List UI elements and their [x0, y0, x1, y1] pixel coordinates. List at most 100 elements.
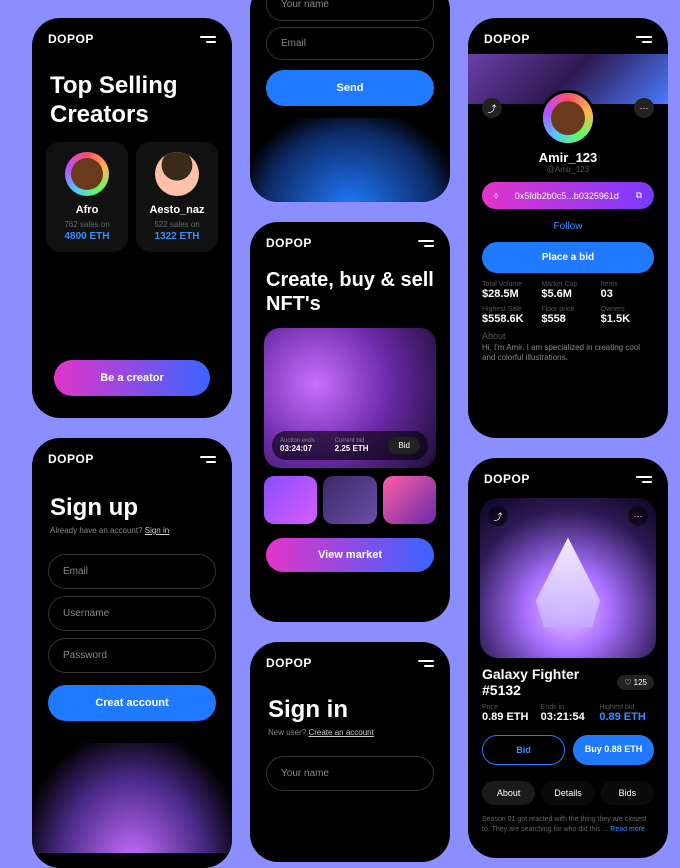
profile-avatar [540, 90, 596, 146]
brand-logo: DOPOP [266, 656, 312, 670]
screen-signin: DOPOP Sign in New user? Create an accoun… [250, 642, 450, 862]
menu-icon[interactable] [200, 456, 216, 463]
follow-button[interactable]: Follow [468, 215, 668, 238]
read-more-link[interactable]: Read more [610, 826, 645, 833]
brand-logo: DOPOP [48, 452, 94, 466]
send-button[interactable]: Send [266, 70, 434, 106]
screen-nft-detail: DOPOP ⤴ ⋯ Galaxy Fighter #5132 ♡125 Pric… [468, 458, 668, 858]
like-button[interactable]: ♡125 [617, 675, 654, 690]
nft-artwork: ⤴ ⋯ [480, 498, 656, 658]
creator-sub: 522 sales on [142, 220, 212, 229]
more-icon[interactable]: ⋯ [628, 506, 648, 526]
screen-market: DOPOP Create, buy & sell NFT's Auction e… [250, 222, 450, 622]
copy-icon[interactable]: ⧉ [636, 190, 642, 201]
signin-link[interactable]: Sign in [145, 526, 169, 535]
about-text: Hi, I'm Amir. I am specialized in creati… [482, 343, 654, 364]
stat-value: $28.5M [482, 288, 535, 300]
nft-name: Galaxy Fighter #5132 [482, 666, 617, 698]
more-icon[interactable]: ⋯ [634, 98, 654, 118]
auction-timer: 03:24:07 [280, 444, 315, 453]
high-bid-value: 0.89 ETH [599, 711, 654, 723]
stat-label: Highest Sale [482, 306, 535, 313]
nft-thumb[interactable] [323, 476, 376, 524]
stat-label: Total Volume [482, 281, 535, 288]
page-title: Top Selling Creators [32, 54, 232, 142]
share-icon[interactable]: ⤴ [488, 506, 508, 526]
page-title: Sign in [250, 678, 450, 728]
creator-name: Afro [52, 204, 122, 216]
email-input[interactable]: Email [266, 27, 434, 60]
brand-logo: DOPOP [48, 32, 94, 46]
stat-value: 03 [601, 288, 654, 300]
menu-icon[interactable] [636, 476, 652, 483]
glow-decoration [250, 118, 450, 202]
wallet-address[interactable]: ⬨ 0x5fdb2b0c5...b0325961d ⧉ [482, 182, 654, 209]
page-title: Sign up [32, 474, 232, 526]
brand-logo: DOPOP [266, 236, 312, 250]
screen-contact: Your name Email Send [250, 0, 450, 202]
tab-about[interactable]: About [482, 781, 535, 805]
sub-text: New user? Create an account [250, 728, 450, 749]
stat-label: Floor price [541, 306, 594, 313]
price-value: 0.89 ETH [482, 711, 537, 723]
profile-name: Amir_123 [468, 150, 668, 165]
creator-card[interactable]: Afro 762 sales on 4800 ETH [46, 142, 128, 252]
stat-label: Ends in [541, 704, 596, 711]
brand-logo: DOPOP [484, 472, 530, 486]
sub-text: Already have an account? Sign in [32, 526, 232, 547]
menu-icon[interactable] [418, 240, 434, 247]
share-icon[interactable]: ⤴ [482, 98, 502, 118]
about-label: About [482, 331, 654, 341]
heart-icon: ♡ [624, 678, 631, 687]
nft-thumb[interactable] [383, 476, 436, 524]
bid-value: 2.25 ETH [335, 444, 369, 453]
tab-bids[interactable]: Bids [601, 781, 654, 805]
menu-icon[interactable] [418, 660, 434, 667]
creator-eth: 4800 ETH [52, 231, 122, 242]
eth-icon: ⬨ [494, 190, 498, 201]
bid-button[interactable]: Bid [482, 735, 565, 765]
creator-eth: 1322 ETH [142, 231, 212, 242]
profile-handle: @Amir_123 [468, 165, 668, 174]
stat-label: Highest bid [599, 704, 654, 711]
stat-label: Owners [601, 306, 654, 313]
stat-value: $558.6K [482, 313, 535, 325]
ends-value: 03:21:54 [541, 711, 596, 723]
creator-sub: 762 sales on [52, 220, 122, 229]
avatar [155, 152, 199, 196]
glow-decoration [32, 743, 232, 853]
buy-button[interactable]: Buy 0.88 ETH [573, 735, 654, 765]
screen-profile: DOPOP ⤴ ⋯ Amir_123 @Amir_123 ⬨ 0x5fdb2b0… [468, 18, 668, 438]
stat-label: Market Cap [541, 281, 594, 288]
stat-value: $5.6M [541, 288, 594, 300]
creator-card[interactable]: Aesto_naz 522 sales on 1322 ETH [136, 142, 218, 252]
password-input[interactable]: Password [48, 638, 216, 673]
screen-top-creators: DOPOP Top Selling Creators Afro 762 sale… [32, 18, 232, 418]
name-input[interactable]: Your name [266, 756, 434, 791]
be-creator-button[interactable]: Be a creator [54, 360, 210, 396]
username-input[interactable]: Username [48, 596, 216, 631]
brand-logo: DOPOP [484, 32, 530, 46]
tab-details[interactable]: Details [541, 781, 594, 805]
featured-nft[interactable]: Auction ends03:24:07 Current bid2.25 ETH… [264, 328, 436, 468]
nft-thumb[interactable] [264, 476, 317, 524]
menu-icon[interactable] [636, 36, 652, 43]
stat-value: $558 [541, 313, 594, 325]
place-bid-button[interactable]: Place a bid [482, 242, 654, 273]
email-input[interactable]: Email [48, 554, 216, 589]
menu-icon[interactable] [200, 36, 216, 43]
name-input[interactable]: Your name [266, 0, 434, 21]
stat-label: Items [601, 281, 654, 288]
like-count: 125 [634, 678, 647, 687]
page-title: Create, buy & sell NFT's [250, 258, 450, 328]
nft-description: Season 01 got reacted with the thing the… [468, 811, 668, 839]
screen-signup: DOPOP Sign up Already have an account? S… [32, 438, 232, 868]
bid-button[interactable]: Bid [388, 437, 420, 454]
view-market-button[interactable]: View market [266, 538, 434, 572]
stat-value: $1.5K [601, 313, 654, 325]
avatar [65, 152, 109, 196]
create-account-link[interactable]: Create an account [308, 728, 373, 737]
creator-name: Aesto_naz [142, 204, 212, 216]
stat-label: Price [482, 704, 537, 711]
create-account-button[interactable]: Creat account [48, 685, 216, 721]
